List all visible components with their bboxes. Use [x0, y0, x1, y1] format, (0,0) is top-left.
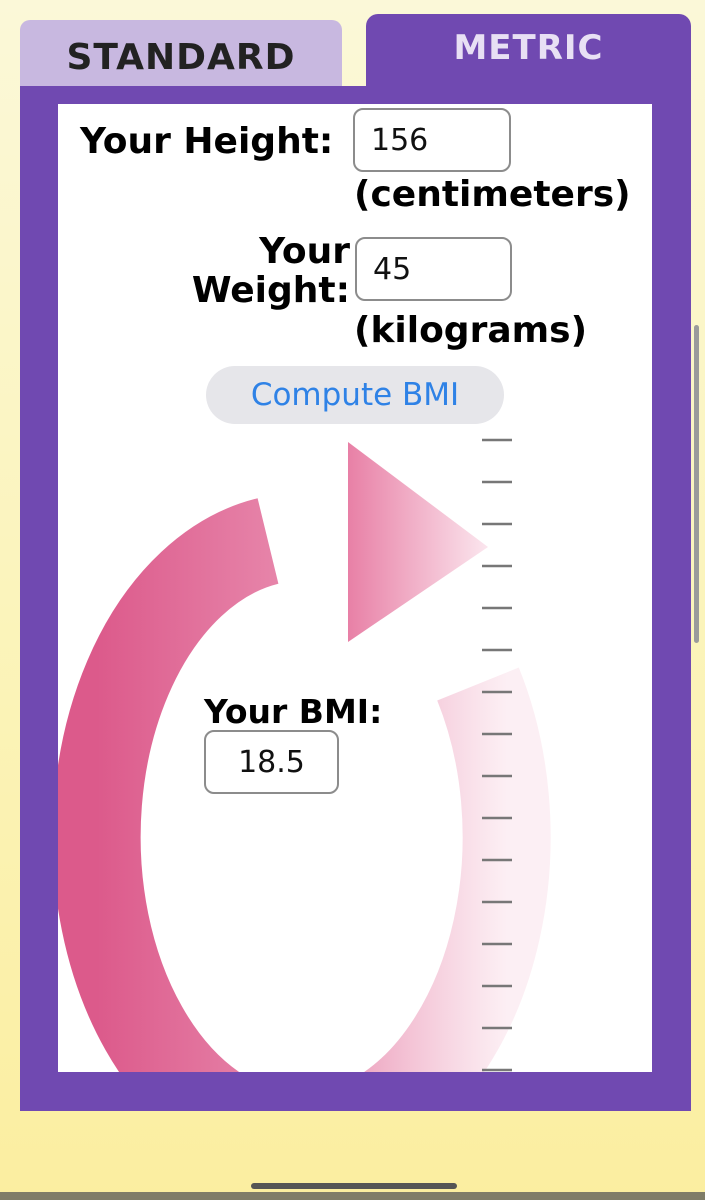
arrow-ring [58, 498, 551, 1072]
height-label: Your Height: [80, 121, 334, 162]
compute-bmi-button[interactable]: Compute BMI [206, 366, 504, 424]
weight-label-line1: Your [259, 231, 350, 272]
weight-unit: (kilograms) [354, 310, 588, 351]
weight-label-line2: Weight: [191, 270, 350, 311]
bottom-edge [0, 1192, 705, 1200]
scrollbar[interactable] [694, 325, 699, 643]
height-input[interactable]: 156 [353, 108, 511, 172]
tab-standard[interactable]: STANDARD [20, 20, 342, 88]
tab-metric[interactable]: METRIC [366, 14, 691, 90]
height-unit: (centimeters) [354, 174, 631, 215]
bmi-label: Your BMI: [204, 692, 383, 731]
arrow-head [348, 442, 488, 642]
bmi-result-field: 18.5 [204, 730, 339, 794]
weight-input[interactable]: 45 [355, 237, 512, 301]
home-indicator[interactable] [251, 1183, 457, 1189]
calculator-panel: Your Height: 156 (centimeters) Your Weig… [58, 104, 652, 1072]
